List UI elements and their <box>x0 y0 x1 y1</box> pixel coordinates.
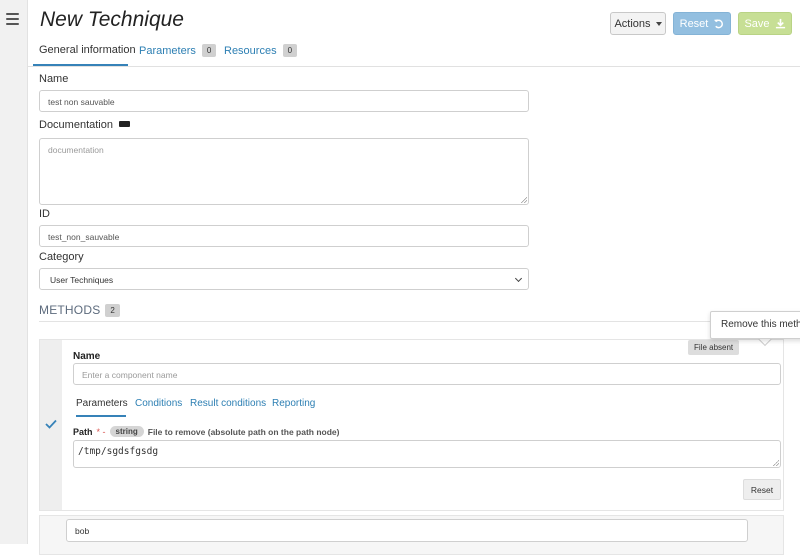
chevron-down-icon <box>514 274 523 283</box>
component-name-placeholder: Enter a component name <box>82 370 178 380</box>
name-input-value: test non sauvable <box>48 97 115 107</box>
category-select-value: User Techniques <box>50 275 114 285</box>
method-name-value: bob <box>75 526 90 536</box>
path-label: Path <box>73 426 93 437</box>
reset-button-label: Reset <box>679 17 709 30</box>
required-mark: * - <box>96 426 106 437</box>
main-content: New Technique Actions Reset Save General… <box>28 0 800 555</box>
method-card-collapsed[interactable]: bob <box>39 515 784 555</box>
reset-button[interactable]: Reset <box>673 12 731 35</box>
divider <box>39 321 800 322</box>
method-card-handle[interactable] <box>40 340 62 510</box>
type-badge: string <box>109 426 144 437</box>
save-button[interactable]: Save <box>738 12 792 35</box>
path-parameter-header: Path * - string File to remove (absolute… <box>73 426 339 437</box>
page-title: New Technique <box>40 8 184 31</box>
component-name-input[interactable]: Enter a component name <box>73 363 781 385</box>
component-name-label: Name <box>73 351 101 362</box>
tab-method-reporting[interactable]: Reporting <box>272 398 315 409</box>
tab-method-result-conditions[interactable]: Result conditions <box>190 398 266 409</box>
method-tabs: Parameters Conditions Result conditions … <box>73 394 781 418</box>
save-button-label: Save <box>744 17 770 30</box>
menu-icon[interactable] <box>6 13 19 28</box>
resize-handle-icon[interactable] <box>773 460 779 466</box>
name-input[interactable]: test non sauvable <box>39 90 529 112</box>
parameter-reset-label: Reset <box>750 484 774 495</box>
tab-general-information[interactable]: General information <box>39 44 136 56</box>
popover-text: Remove this metho <box>721 319 800 330</box>
active-tab-indicator <box>76 415 126 417</box>
id-input[interactable]: test_non_sauvable <box>39 225 529 247</box>
method-name-field[interactable]: bob <box>66 519 748 542</box>
id-input-value: test_non_sauvable <box>48 232 120 242</box>
file-absent-tooltip: File absent <box>688 340 740 355</box>
markdown-icon <box>119 121 130 128</box>
method-card: File absent Name Enter a component name … <box>39 339 784 511</box>
name-label: Name <box>39 73 69 85</box>
tab-label: Parameters <box>139 44 196 57</box>
methods-title: METHODS <box>39 303 101 317</box>
actions-button-label: Actions <box>614 17 651 30</box>
path-description: File to remove (absolute path on the pat… <box>147 426 340 437</box>
actions-button[interactable]: Actions <box>610 12 666 35</box>
documentation-textarea[interactable]: documentation <box>39 138 529 205</box>
tab-method-conditions[interactable]: Conditions <box>135 398 182 409</box>
side-nav <box>0 0 28 544</box>
documentation-label-text: Documentation <box>39 119 113 131</box>
resize-handle-icon[interactable] <box>521 197 527 203</box>
count-badge: 0 <box>282 44 298 57</box>
technique-tabs: General information Parameters 0 Resourc… <box>28 40 800 67</box>
path-value: /tmp/sgdsfgsdg <box>78 446 159 457</box>
check-icon <box>45 419 57 429</box>
path-textarea[interactable]: /tmp/sgdsfgsdg <box>73 440 781 468</box>
id-label: ID <box>39 208 50 220</box>
tab-label: Resources <box>224 44 277 57</box>
category-label: Category <box>39 251 84 263</box>
tab-parameters[interactable]: Parameters 0 <box>139 44 217 57</box>
tab-method-parameters[interactable]: Parameters <box>76 398 128 409</box>
methods-count-badge: 2 <box>105 303 121 317</box>
count-badge: 0 <box>201 44 217 57</box>
category-select[interactable]: User Techniques <box>39 268 529 290</box>
caret-down-icon <box>655 21 662 26</box>
methods-heading: METHODS 2 <box>39 303 121 317</box>
documentation-label: Documentation <box>39 119 130 131</box>
undo-icon <box>714 19 724 29</box>
tab-resources[interactable]: Resources 0 <box>224 44 298 57</box>
remove-method-popover: Remove this metho <box>710 311 800 339</box>
download-icon <box>775 18 785 29</box>
documentation-placeholder: documentation <box>48 145 104 155</box>
active-tab-indicator <box>33 64 128 66</box>
tab-label: General information <box>39 44 136 56</box>
parameter-reset-button[interactable]: Reset <box>743 479 781 500</box>
method-card-body: File absent Name Enter a component name … <box>62 340 783 510</box>
